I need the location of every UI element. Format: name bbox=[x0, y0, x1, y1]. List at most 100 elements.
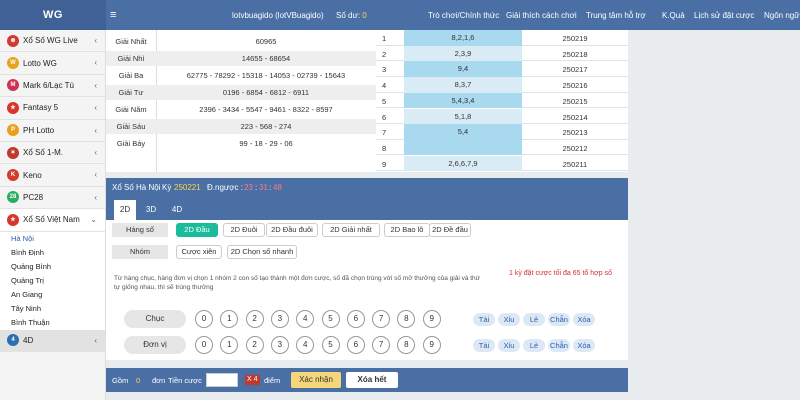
stat-row: 6 5,1,8 250214 bbox=[376, 108, 628, 124]
quick-select-button[interactable]: Tài bbox=[473, 312, 495, 326]
digit-ball[interactable]: 1 bbox=[220, 336, 239, 354]
digit-ball[interactable]: 7 bbox=[372, 336, 391, 354]
nav-rules[interactable]: Giải thích cách chơi bbox=[506, 11, 577, 20]
digit-ball[interactable]: 6 bbox=[346, 336, 365, 354]
clear-all-button[interactable]: Xóa hết bbox=[346, 372, 398, 388]
stat-numbers: 5,4,3,4 bbox=[404, 92, 522, 109]
nav-support[interactable]: Trung tâm hỗ trợ bbox=[586, 11, 646, 20]
sidebar-item-2[interactable]: M Mark 6/Lạc Tú ‹ bbox=[0, 74, 105, 98]
logo[interactable]: WG bbox=[0, 0, 106, 30]
sidebar-item-4d[interactable]: 4 4D ‹ bbox=[0, 329, 105, 352]
stat-row: 1 8,2,1,6 250219 bbox=[376, 30, 628, 46]
sidebar-item-0[interactable]: ⊗ Xổ Số WG Live ‹ bbox=[0, 30, 105, 53]
tab-2d[interactable]: 2D bbox=[114, 200, 136, 220]
chevron-left-icon: ‹ bbox=[94, 125, 97, 135]
digit-ball[interactable]: 0 bbox=[195, 310, 213, 328]
stat-row: 5 5,4,3,4 250215 bbox=[376, 92, 628, 109]
prize-label: Giải Nhất bbox=[115, 37, 147, 46]
bet-type-option[interactable]: 2D Giải nhất bbox=[322, 223, 380, 237]
game-title: Xổ Số Hà Nội bbox=[112, 183, 161, 192]
sidebar-item-label: Xổ Số Việt Nam bbox=[23, 215, 80, 225]
game-logo-icon: 28 bbox=[7, 191, 19, 204]
sidebar-subitem-3[interactable]: Quảng Trị bbox=[0, 273, 105, 288]
quick-select-button[interactable]: Xỉu bbox=[498, 338, 520, 352]
chevron-left-icon: ‹ bbox=[94, 80, 97, 90]
stat-period: 250216 bbox=[562, 81, 588, 91]
stat-period: 250214 bbox=[562, 112, 588, 122]
bet-type-option[interactable]: 2D Đuôi bbox=[223, 223, 265, 237]
sidebar-subitem-1[interactable]: Bình Định bbox=[0, 245, 105, 260]
digit-ball[interactable]: 5 bbox=[321, 310, 340, 328]
sidebar-subitem-6[interactable]: Bình Thuận bbox=[0, 315, 105, 330]
quick-select-button[interactable]: Xóa bbox=[573, 312, 595, 326]
quick-select-button[interactable]: Lẻ bbox=[523, 312, 545, 326]
menu-icon[interactable]: ≡ bbox=[110, 9, 116, 21]
digit-ball[interactable]: 8 bbox=[397, 310, 416, 328]
digit-ball[interactable]: 2 bbox=[245, 310, 264, 328]
nav-bet-history[interactable]: Lịch sử đặt cược bbox=[694, 11, 754, 20]
sidebar-item-8[interactable]: ★ Xổ Số Việt Nam ⌄ bbox=[0, 209, 105, 232]
digit-ball[interactable]: 5 bbox=[321, 336, 340, 354]
bet-group-option[interactable]: Cược xiên bbox=[176, 245, 222, 259]
digit-ball[interactable]: 0 bbox=[195, 336, 213, 354]
bet-type-option[interactable]: 2D Đầu đuôi bbox=[266, 223, 318, 237]
stat-numbers: 2,6,6,7,9 bbox=[404, 155, 522, 172]
stat-index: 9 bbox=[382, 159, 387, 169]
stat-index: 1 bbox=[382, 34, 387, 43]
prize-row: Giải Tư 0196 - 6854 - 6812 - 6911 bbox=[106, 85, 376, 100]
tab-3d[interactable]: 3D bbox=[140, 200, 162, 220]
prize-value: 2396 - 3434 - 5547 - 9461 - 8322 - 8597 bbox=[199, 105, 333, 114]
sidebar-subitem-2[interactable]: Quảng Bình bbox=[0, 259, 105, 274]
nav-results[interactable]: K.Quả bbox=[662, 11, 685, 20]
nav-games[interactable]: Trò chơi/Chính thức bbox=[428, 11, 499, 20]
digit-ball[interactable]: 6 bbox=[346, 310, 365, 328]
sidebar-item-3[interactable]: ★ Fantasy 5 ‹ bbox=[0, 97, 105, 120]
quick-select-button[interactable]: Tài bbox=[473, 338, 495, 352]
sidebar-item-1[interactable]: W Lotto WG ‹ bbox=[0, 52, 105, 75]
digit-ball[interactable]: 1 bbox=[220, 310, 239, 328]
sidebar-item-6[interactable]: K Keno ‹ bbox=[0, 164, 105, 187]
sidebar-item-5[interactable]: ✶ Xổ Số 1-M. ‹ bbox=[0, 141, 105, 165]
bet-type-option[interactable]: 2D Bao lô bbox=[384, 223, 430, 237]
digit-ball[interactable]: 9 bbox=[422, 310, 441, 328]
quick-select-button[interactable]: Chẵn bbox=[548, 312, 570, 326]
digit-ball[interactable]: 3 bbox=[270, 336, 289, 354]
bet-group-option[interactable]: 2D Chọn số nhanh bbox=[227, 245, 297, 259]
confirm-button[interactable]: Xác nhận bbox=[291, 372, 341, 388]
prize-label: Giải Năm bbox=[115, 105, 147, 114]
quick-select-button[interactable]: Xóa bbox=[573, 338, 595, 352]
bet-limit: 1 kỳ đặt cược tối đa 65 tổ hợp số bbox=[509, 270, 612, 277]
amount-input[interactable] bbox=[206, 373, 238, 387]
sidebar-subitem-5[interactable]: Tây Ninh bbox=[0, 301, 105, 316]
sidebar-item-label: Xổ Số 1-M. bbox=[23, 148, 64, 158]
quick-select-button[interactable]: Lẻ bbox=[523, 338, 545, 352]
bet-type-option[interactable]: 2D Đề đầu bbox=[429, 223, 471, 237]
sidebar-subitem-0[interactable]: Hà Nội bbox=[0, 231, 105, 246]
digit-ball[interactable]: 4 bbox=[296, 310, 315, 328]
sidebar-item-4[interactable]: P PH Lotto ‹ bbox=[0, 119, 105, 142]
prize-value: 60965 bbox=[255, 37, 277, 46]
countdown-sep: : bbox=[255, 183, 258, 192]
sidebar-subitem-4[interactable]: An Giang bbox=[0, 287, 105, 302]
stat-numbers: 8,3,7 bbox=[404, 77, 522, 93]
game-logo-icon: P bbox=[7, 124, 19, 137]
game-logo-icon: ✶ bbox=[7, 146, 19, 159]
quick-select-button[interactable]: Chẵn bbox=[548, 338, 570, 352]
digit-ball[interactable]: 8 bbox=[397, 336, 416, 354]
nav-language[interactable]: Ngôn ngữ bbox=[764, 11, 800, 20]
stat-index: 4 bbox=[382, 81, 387, 91]
stat-index: 6 bbox=[382, 112, 387, 122]
sidebar-item-7[interactable]: 28 PC28 ‹ bbox=[0, 186, 105, 210]
game-logo-icon: ★ bbox=[7, 213, 19, 226]
digit-ball[interactable]: 7 bbox=[372, 310, 391, 328]
quick-select-button[interactable]: Xỉu bbox=[498, 312, 520, 326]
digit-ball[interactable]: 4 bbox=[296, 336, 315, 354]
digit-ball[interactable]: 2 bbox=[245, 336, 264, 354]
prize-row: Giải Ba 62775 - 78292 - 15318 - 14053 - 0… bbox=[106, 68, 376, 83]
stat-period: 250212 bbox=[562, 143, 588, 153]
digit-ball[interactable]: 9 bbox=[422, 336, 441, 354]
prize-label: Giải Bảy bbox=[116, 139, 146, 148]
bet-type-option[interactable]: 2D Đầu bbox=[176, 223, 218, 237]
digit-ball[interactable]: 3 bbox=[270, 310, 289, 328]
tab-4d[interactable]: 4D bbox=[166, 200, 188, 220]
